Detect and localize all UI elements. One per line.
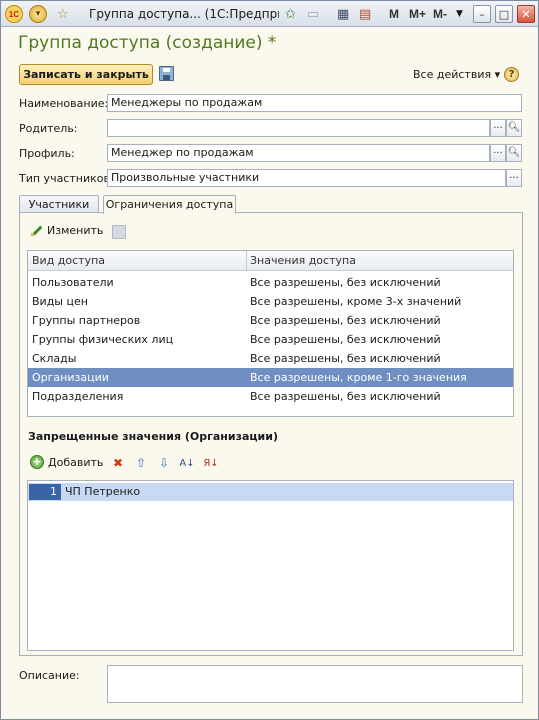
- delete-icon[interactable]: ✖: [110, 455, 126, 471]
- move-up-icon[interactable]: ⇧: [133, 455, 149, 471]
- link-icon[interactable]: ▭: [307, 5, 319, 23]
- profile-search-icon[interactable]: 🔍︎: [506, 144, 522, 162]
- app-window: 1С ▾ ☆ Группа доступа... (1С:Предприятие…: [0, 0, 539, 720]
- cell-kind: Пользователи: [32, 276, 114, 289]
- sort-descending-icon[interactable]: Я↓: [203, 455, 219, 471]
- all-actions-menu[interactable]: Все действия ▾: [413, 68, 500, 81]
- parent-field[interactable]: [107, 119, 490, 137]
- cell-kind: Группы физических лиц: [32, 333, 174, 346]
- cell-values: Все разрешены, без исключений: [250, 276, 441, 289]
- main-menu-icon[interactable]: ▾: [29, 5, 47, 23]
- minimize-button[interactable]: –: [473, 5, 491, 23]
- pencil-icon: [31, 225, 43, 237]
- calculator-icon[interactable]: ▦: [337, 5, 349, 23]
- parent-label: Родитель:: [19, 122, 78, 135]
- table-row[interactable]: Подразделения Все разрешены, без исключе…: [28, 387, 513, 406]
- row-number: 1: [29, 484, 61, 500]
- sort-ascending-icon[interactable]: А↓: [179, 455, 195, 471]
- list-item[interactable]: 1 ЧП Петренко: [28, 483, 513, 501]
- save-icon[interactable]: [159, 66, 174, 81]
- parent-search-icon[interactable]: 🔍︎: [506, 119, 522, 137]
- move-down-icon[interactable]: ⇩: [156, 455, 172, 471]
- table-row[interactable]: Склады Все разрешены, без исключений: [28, 349, 513, 368]
- table-row[interactable]: Группы физических лиц Все разрешены, без…: [28, 330, 513, 349]
- forbidden-values-list: 1 ЧП Петренко: [27, 480, 514, 651]
- cell-kind: Виды цен: [32, 295, 88, 308]
- cell-kind: Подразделения: [32, 390, 124, 403]
- logo-1c-icon[interactable]: 1С: [5, 5, 23, 23]
- edit-button[interactable]: Изменить: [31, 224, 103, 237]
- cell-kind: Организации: [32, 371, 109, 384]
- cell-kind: Группы партнеров: [32, 314, 141, 327]
- forbidden-values-title: Запрещенные значения (Организации): [28, 430, 278, 443]
- description-label: Описание:: [19, 669, 80, 682]
- cell-values: Все разрешены, без исключений: [250, 314, 441, 327]
- access-table: Вид доступа Значения доступа Пользовател…: [27, 250, 514, 417]
- memory-minus-button[interactable]: M-: [433, 5, 447, 23]
- title-bar: 1С ▾ ☆ Группа доступа... (1С:Предприятие…: [1, 1, 538, 27]
- help-icon[interactable]: ?: [504, 67, 519, 82]
- table-row[interactable]: Пользователи Все разрешены, без исключен…: [28, 273, 513, 292]
- description-field[interactable]: [107, 665, 523, 703]
- profile-label: Профиль:: [19, 147, 75, 160]
- name-label: Наименование:: [19, 97, 109, 110]
- add-button[interactable]: + Добавить: [30, 455, 103, 469]
- table-row[interactable]: Виды цен Все разрешены, кроме 3-х значен…: [28, 292, 513, 311]
- save-and-close-button[interactable]: Записать и закрыть: [19, 64, 153, 85]
- parent-select-button[interactable]: ...: [490, 119, 506, 137]
- calendar-icon[interactable]: ▤: [359, 5, 371, 23]
- participants-type-label: Тип участников:: [19, 172, 114, 185]
- cell-values: Все разрешены, без исключений: [250, 390, 441, 403]
- cell-values: Все разрешены, кроме 3-х значений: [250, 295, 462, 308]
- close-button[interactable]: ✕: [517, 5, 535, 23]
- cell-values: Все разрешены, кроме 1-го значения: [250, 371, 467, 384]
- column-header-values[interactable]: Значения доступа: [246, 251, 513, 271]
- participants-type-select-button[interactable]: ...: [506, 169, 522, 187]
- table-row[interactable]: Группы партнеров Все разрешены, без искл…: [28, 311, 513, 330]
- add-favorite-icon[interactable]: ✩: [285, 5, 296, 23]
- disabled-save-icon: [112, 225, 126, 239]
- window-title: Группа доступа... (1С:Предприятие): [89, 7, 279, 21]
- tab-participants[interactable]: Участники: [19, 195, 99, 213]
- page-title: Группа доступа (создание) *: [18, 33, 277, 53]
- table-header: Вид доступа Значения доступа: [28, 251, 513, 271]
- add-button-label: Добавить: [48, 455, 104, 469]
- tab-access-restrictions[interactable]: Ограничения доступа: [103, 195, 236, 214]
- participants-type-field[interactable]: Произвольные участники: [107, 169, 506, 187]
- maximize-button[interactable]: □: [495, 5, 513, 23]
- favorite-star-icon[interactable]: ☆: [57, 5, 69, 23]
- cell-values: Все разрешены, без исключений: [250, 333, 441, 346]
- cell-values: Все разрешены, без исключений: [250, 352, 441, 365]
- memory-button[interactable]: M: [389, 5, 399, 23]
- table-row-selected[interactable]: Организации Все разрешены, кроме 1-го зн…: [28, 368, 513, 387]
- add-icon: +: [30, 455, 44, 469]
- edit-button-label: Изменить: [47, 224, 104, 237]
- memory-plus-button[interactable]: M+: [409, 5, 426, 23]
- column-header-kind[interactable]: Вид доступа: [28, 251, 246, 271]
- list-item-text: ЧП Петренко: [65, 485, 141, 498]
- chevron-down-icon[interactable]: ▼: [456, 5, 463, 23]
- profile-select-button[interactable]: ...: [490, 144, 506, 162]
- name-field[interactable]: Менеджеры по продажам: [107, 94, 522, 112]
- profile-field[interactable]: Менеджер по продажам: [107, 144, 490, 162]
- cell-kind: Склады: [32, 352, 77, 365]
